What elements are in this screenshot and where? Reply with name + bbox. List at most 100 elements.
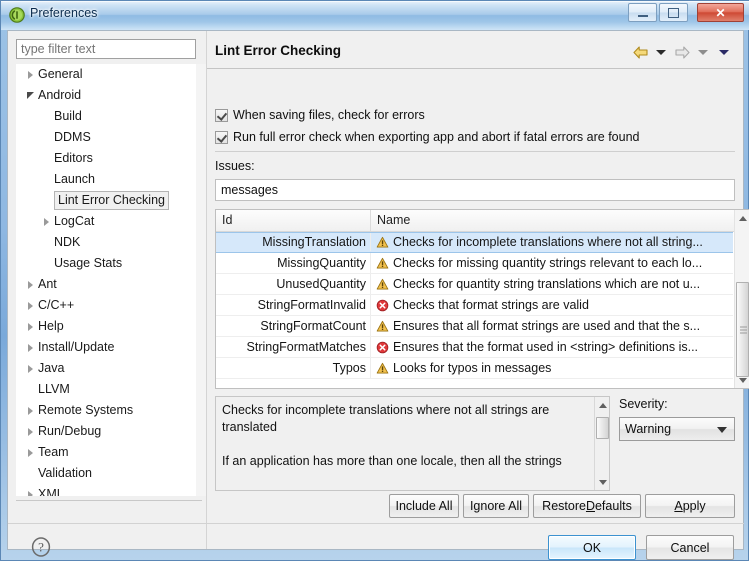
issue-id-cell: Typos [216, 358, 371, 378]
sidebar-item-label: Ant [38, 277, 57, 291]
sidebar-item-label: LogCat [54, 214, 95, 228]
table-row[interactable]: MissingTranslation Checks for incomplete … [216, 232, 733, 253]
table-row[interactable]: UnusedQuantity Checks for quantity string… [216, 274, 733, 295]
sidebar-item-llvm[interactable]: LLVM [16, 379, 202, 400]
tree-collapse-arrow-icon[interactable] [24, 421, 36, 442]
tree-collapse-arrow-icon[interactable] [24, 64, 36, 85]
tree-collapse-arrow-icon[interactable] [24, 295, 36, 316]
sidebar-item-label: C/C++ [38, 298, 75, 312]
column-header-name[interactable]: Name [371, 210, 733, 231]
sidebar-item-ddms[interactable]: DDMS [16, 127, 202, 148]
sidebar-item-install-update[interactable]: Install/Update [16, 337, 202, 358]
severity-select[interactable]: Warning [619, 417, 735, 441]
back-dropdown-icon[interactable] [652, 44, 670, 60]
sidebar-item-general[interactable]: General [16, 64, 202, 85]
issue-id-cell: MissingTranslation [216, 233, 371, 251]
description-scrollbar[interactable] [594, 397, 609, 490]
sidebar-item-android[interactable]: Android [16, 85, 202, 106]
window-maximize-button[interactable] [659, 3, 688, 22]
sidebar-item-label: Run/Debug [38, 424, 102, 438]
sidebar-item-c-c[interactable]: C/C++ [16, 295, 202, 316]
tree-expand-arrow-icon[interactable] [24, 85, 36, 106]
tree-bottom-divider [16, 500, 202, 501]
ignore-all-label: Ignore All [469, 499, 523, 513]
table-row[interactable]: StringFormatInvalid Checks that format st… [216, 295, 733, 316]
sidebar-item-team[interactable]: Team [16, 442, 202, 463]
svg-text:?: ? [38, 540, 44, 555]
table-row[interactable]: MissingQuantity Checks for missing quanti… [216, 253, 733, 274]
tree-collapse-arrow-icon[interactable] [24, 274, 36, 295]
issues-filter-input[interactable] [215, 179, 735, 201]
table-row[interactable]: Typos Looks for typos in messages [216, 358, 733, 379]
include-all-button[interactable]: Include All [389, 494, 459, 518]
minimize-icon [629, 4, 656, 21]
desc-scroll-up-icon[interactable] [595, 397, 609, 413]
error-icon [376, 299, 389, 311]
issues-table-scrollbar[interactable] [734, 210, 749, 388]
tree-collapse-arrow-icon[interactable] [24, 358, 36, 379]
check-on-export-checkbox[interactable] [215, 130, 228, 144]
issues-table-body[interactable]: MissingTranslation Checks for incomplete … [216, 232, 733, 388]
footer-divider [8, 523, 744, 524]
tree-scrollbar[interactable] [196, 64, 206, 496]
sidebar-item-label: Editors [54, 151, 93, 165]
preferences-tree[interactable]: General Android Build DDMS Editors Launch Lint… [16, 64, 202, 496]
sidebar-item-run-debug[interactable]: Run/Debug [16, 421, 202, 442]
view-menu-icon[interactable] [715, 44, 733, 60]
sidebar-item-editors[interactable]: Editors [16, 148, 202, 169]
issue-id-cell: StringFormatCount [216, 316, 371, 336]
cancel-button[interactable]: Cancel [646, 535, 734, 560]
ok-button[interactable]: OK [548, 535, 636, 560]
check-on-save-row[interactable]: When saving files, check for errors [215, 108, 425, 122]
sidebar-item-lint-error-checking[interactable]: Lint Error Checking [16, 190, 202, 211]
tree-collapse-arrow-icon[interactable] [24, 400, 36, 421]
restore-defaults-button[interactable]: Restore Defaults [533, 494, 641, 518]
maximize-icon [660, 4, 687, 21]
desc-scroll-down-icon[interactable] [595, 474, 609, 490]
tree-collapse-arrow-icon[interactable] [24, 316, 36, 337]
scroll-up-icon[interactable] [735, 210, 749, 226]
issue-name-cell: Checks for missing quantity strings rele… [371, 253, 733, 273]
window-close-button[interactable]: ✕ [697, 3, 744, 22]
column-header-id[interactable]: Id [216, 210, 371, 231]
ignore-all-button[interactable]: Ignore All [463, 494, 529, 518]
sidebar-item-label: DDMS [54, 130, 91, 144]
sidebar-item-xml[interactable]: XML [16, 484, 202, 496]
sidebar-item-remote-systems[interactable]: Remote Systems [16, 400, 202, 421]
warning-icon [376, 362, 389, 373]
filter-input[interactable] [16, 39, 196, 59]
ok-label: OK [582, 540, 602, 555]
check-on-save-checkbox[interactable] [215, 108, 228, 122]
sidebar-item-usage-stats[interactable]: Usage Stats [16, 253, 202, 274]
scrollbar-grip-icon [740, 324, 747, 335]
sidebar-item-logcat[interactable]: LogCat [16, 211, 202, 232]
sidebar-item-label: Launch [54, 172, 96, 186]
sidebar-item-java[interactable]: Java [16, 358, 202, 379]
sidebar-item-help[interactable]: Help [16, 316, 202, 337]
issue-name-text: Ensures that all format strings are used… [393, 319, 701, 333]
sidebar-item-label: NDK [54, 235, 81, 249]
help-icon[interactable]: ? [30, 536, 52, 558]
tree-collapse-arrow-icon[interactable] [24, 442, 36, 463]
scrollbar-thumb[interactable] [736, 282, 749, 377]
issues-table-header: Id Name [216, 210, 749, 232]
issue-name-cell: Ensures that the format used in <string>… [371, 337, 733, 357]
sidebar-item-ant[interactable]: Ant [16, 274, 202, 295]
check-on-export-row[interactable]: Run full error check when exporting app … [215, 130, 639, 144]
issue-name-cell: Looks for typos in messages [371, 358, 733, 378]
window-minimize-button[interactable] [628, 3, 657, 22]
tree-collapse-arrow-icon[interactable] [40, 211, 52, 232]
tree-collapse-arrow-icon[interactable] [24, 484, 36, 496]
window-title: Preferences [30, 6, 98, 20]
sidebar-item-validation[interactable]: Validation [16, 463, 202, 484]
apply-button[interactable]: Apply [645, 494, 735, 518]
table-row[interactable]: StringFormatMatches Ensures that the form… [216, 337, 733, 358]
table-row[interactable]: StringFormatCount Ensures that all format… [216, 316, 733, 337]
tree-collapse-arrow-icon[interactable] [24, 337, 36, 358]
sidebar-item-ndk[interactable]: NDK [16, 232, 202, 253]
description-scrollbar-thumb[interactable] [596, 417, 609, 439]
sidebar-item-launch[interactable]: Launch [16, 169, 202, 190]
back-arrow-icon[interactable] [631, 44, 649, 60]
sidebar-item-build[interactable]: Build [16, 106, 202, 127]
include-all-label: Include All [395, 499, 453, 513]
